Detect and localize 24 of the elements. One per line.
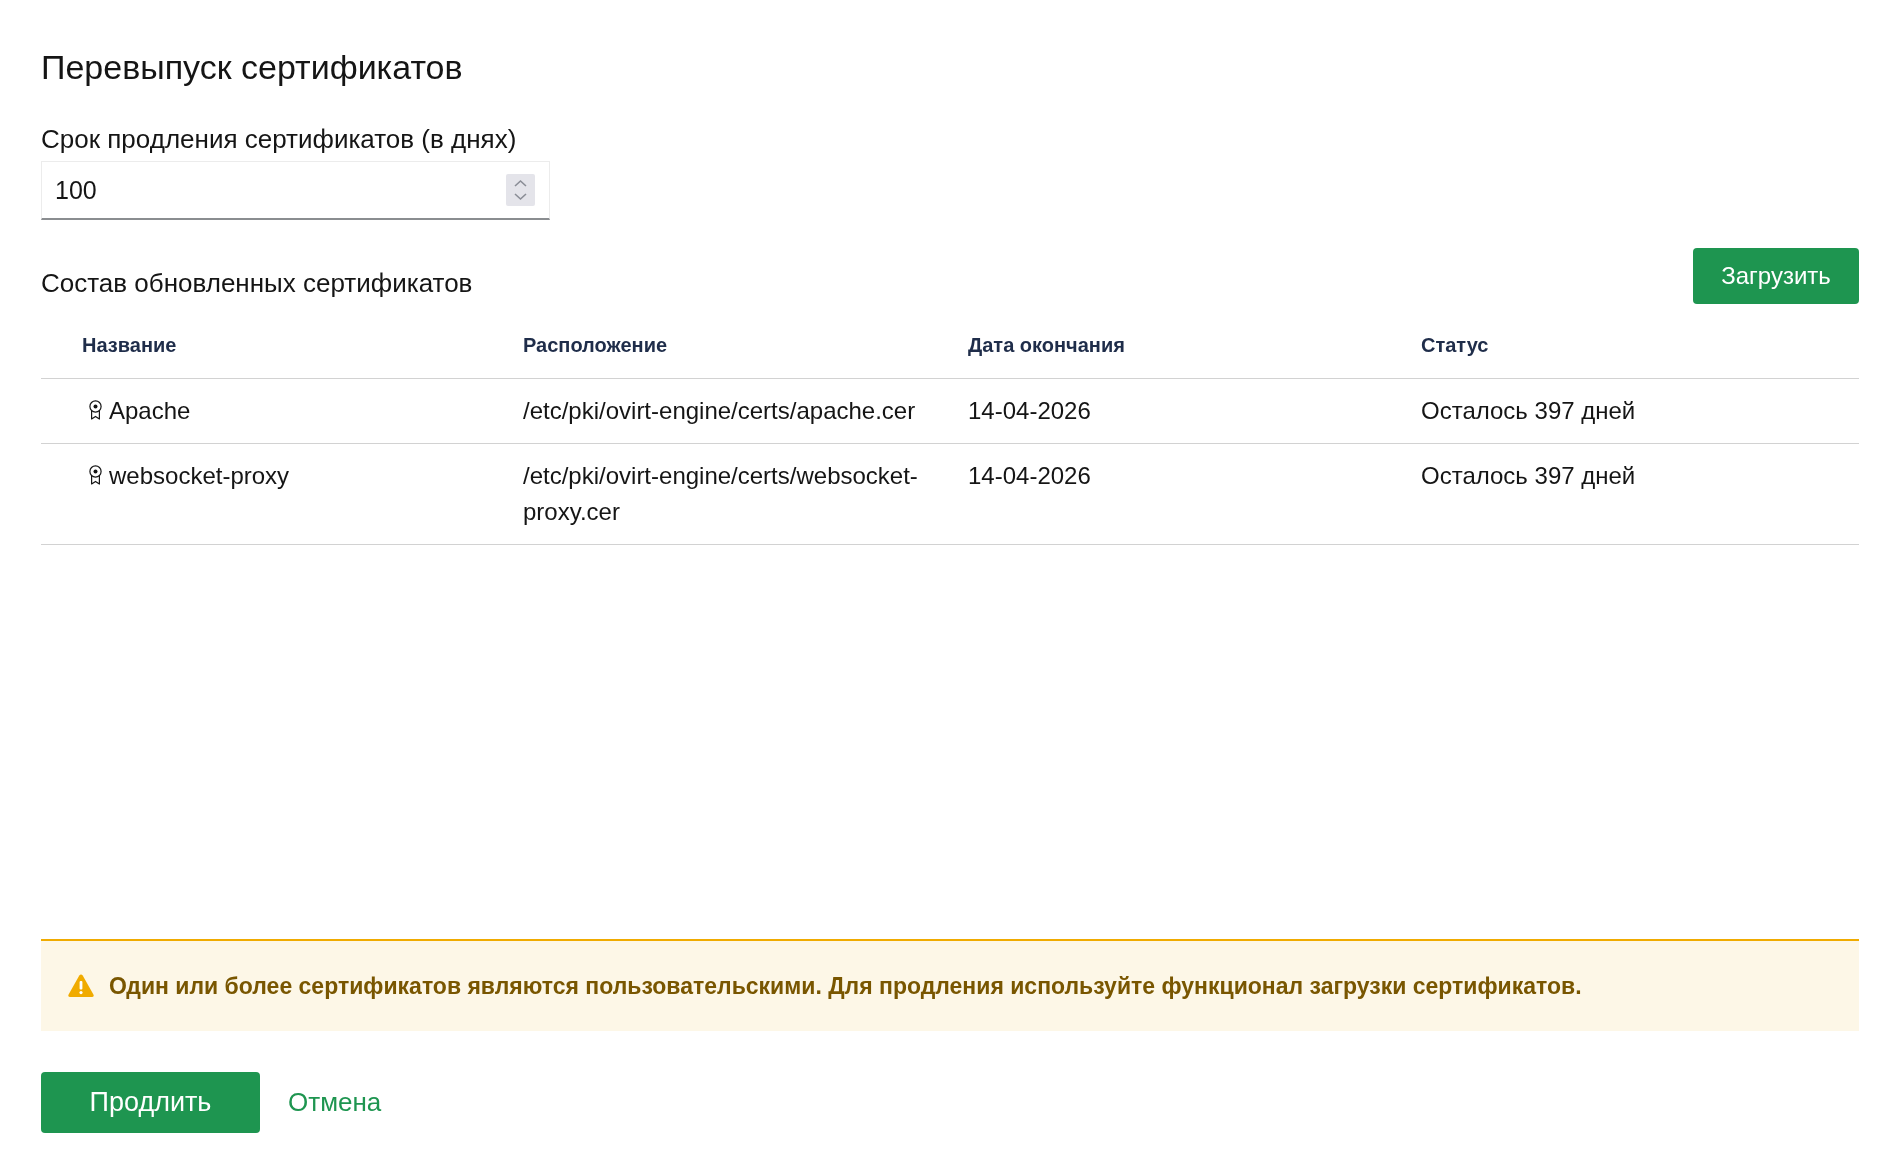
table-cell: /etc/pki/ovirt-engine/certs/apache.cer [510,378,955,443]
dialog-title: Перевыпуск сертификатов [41,47,464,87]
column-header: Статус [1408,312,1859,378]
warning-icon [68,974,94,998]
renew-button[interactable]: Продлить [41,1072,260,1133]
table-cell: /etc/pki/ovirt-engine/certs/websocket-proxy.cer [510,443,955,544]
upload-button[interactable]: Загрузить [1693,248,1859,304]
table-cell: 14-04-2026 [955,443,1408,544]
table-cell: Осталось 397 дней [1408,378,1859,443]
warning-message: Один или более сертификатов являются пользовательскими. Для продления используйте функционал загрузки сертификатов. [109,971,1582,1001]
column-header: Название [41,312,510,378]
table-cell: Осталось 397 дней [1408,443,1859,544]
certificate-name: websocket-proxy [109,460,290,491]
stepper-arrows-icon[interactable] [506,174,535,206]
column-header: Дата окончания [955,312,1408,378]
field-label: Срок продления сертификатов (в днях) [41,123,518,155]
table-cell: 14-04-2026 [955,378,1408,443]
certificate-name: Apache [109,395,191,426]
cancel-link[interactable]: Отмена [288,1083,382,1122]
section-title: Состав обновленных сертификатов [41,267,473,299]
certificate-icon [87,399,104,420]
column-header: Расположение [510,312,955,378]
number-input[interactable]: 100 [41,161,550,220]
certificate-icon [87,464,104,485]
